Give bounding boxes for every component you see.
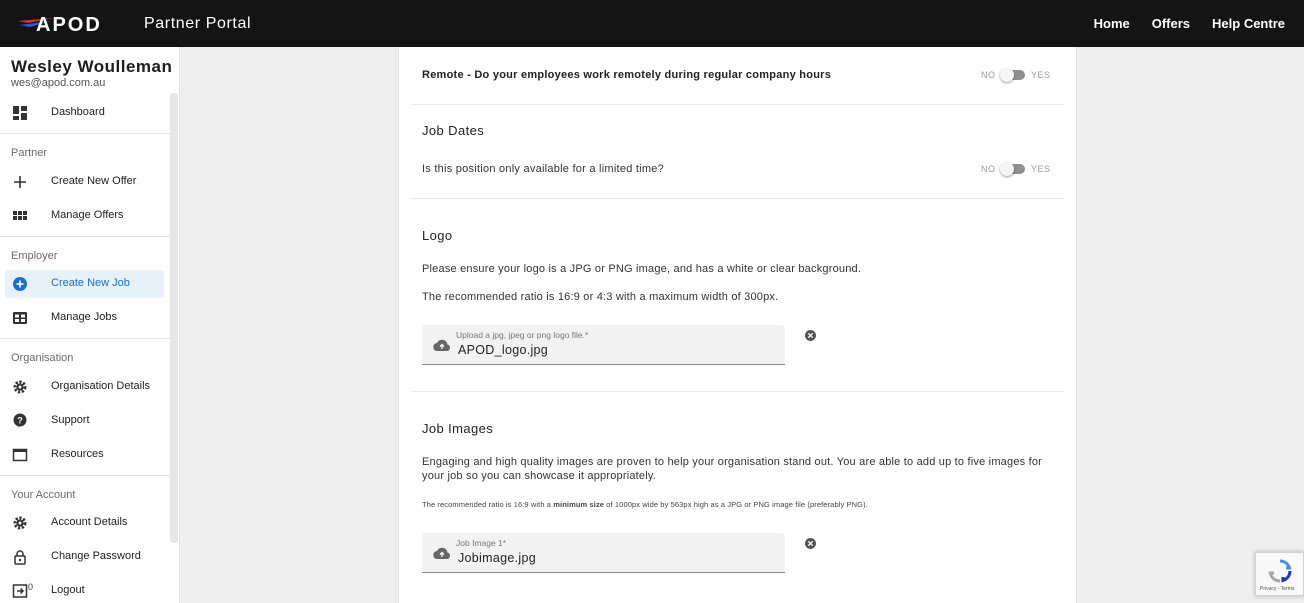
job-image-1-label: Job Image 1* xyxy=(456,538,507,548)
add-circle-icon xyxy=(13,277,27,291)
job-image-1-field[interactable]: Job Image 1* Jobimage.jpg xyxy=(422,533,785,573)
sidebar-item-manage-offers[interactable]: Manage Offers xyxy=(5,202,164,230)
sidebar-item-support[interactable]: ? Support xyxy=(5,407,164,435)
toggle-no-label: NO xyxy=(981,164,996,174)
sidebar-item-dashboard[interactable]: Dashboard xyxy=(5,99,164,127)
limited-time-toggle[interactable]: NO YES xyxy=(981,162,1051,176)
sidebar-item-label: Create New Offer xyxy=(51,175,137,187)
lock-icon xyxy=(14,550,26,565)
logo-upload-field[interactable]: Upload a jpg, jpeg or png logo file.* AP… xyxy=(422,325,785,365)
sidebar-item-label: Support xyxy=(51,414,90,426)
nav-help-centre[interactable]: Help Centre xyxy=(1212,16,1285,31)
sidebar-item-create-new-job[interactable]: Create New Job xyxy=(5,270,164,298)
sidebar-item-organisation-details[interactable]: Organisation Details xyxy=(5,373,164,401)
job-form-card: Remote - Do your employees work remotely… xyxy=(398,47,1077,603)
job-images-requirements: The recommended ratio is 16:9 with a min… xyxy=(422,500,868,509)
section-title-your-account: Your Account xyxy=(11,489,76,501)
plus-icon xyxy=(14,176,26,188)
sidebar-scrollbar[interactable] xyxy=(170,93,178,543)
divider xyxy=(0,338,170,339)
divider xyxy=(0,475,170,476)
remote-toggle[interactable]: NO YES xyxy=(981,68,1051,82)
grid-icon xyxy=(13,211,27,220)
cloud-upload-icon xyxy=(433,339,451,352)
job-image-1-value: Jobimage.jpg xyxy=(458,551,536,565)
sidebar-item-account-details[interactable]: Account Details xyxy=(5,509,164,537)
gear-icon xyxy=(13,516,27,530)
divider xyxy=(0,236,170,237)
job-images-description: Engaging and high quality images are pro… xyxy=(422,456,1043,482)
portal-title: Partner Portal xyxy=(144,15,252,32)
sidebar-item-label: Resources xyxy=(51,448,104,460)
apod-logo[interactable]: APOD xyxy=(18,12,122,36)
logo-ratio-text: The recommended ratio is 16:9 or 4:3 wit… xyxy=(422,291,779,303)
sidebar-item-label: Logout xyxy=(51,584,85,596)
toggle-knob[interactable] xyxy=(1000,68,1014,82)
toggle-yes-label: YES xyxy=(1031,70,1051,80)
logo-upload-value: APOD_logo.jpg xyxy=(458,343,549,357)
sidebar-item-change-password[interactable]: Change Password xyxy=(5,543,164,571)
nav-home[interactable]: Home xyxy=(1094,16,1130,31)
sidebar-item-label: Create New Job xyxy=(51,277,130,289)
top-nav: Home Offers Help Centre xyxy=(1072,16,1285,31)
section-divider xyxy=(411,198,1065,199)
top-bar: APOD Partner Portal Home Offers Help Cen… xyxy=(0,0,1304,47)
jobs-list-icon xyxy=(13,312,27,324)
version-label: 0 xyxy=(28,582,34,592)
sidebar-item-label: Change Password xyxy=(51,550,141,562)
section-divider xyxy=(411,391,1065,392)
svg-text:?: ? xyxy=(17,416,23,426)
remote-question: Remote - Do your employees work remotely… xyxy=(422,69,832,81)
recaptcha-links[interactable]: Privacy - Terms xyxy=(1260,586,1294,592)
logout-icon xyxy=(12,584,28,598)
logo-upload-label: Upload a jpg, jpeg or png logo file.* xyxy=(456,330,589,340)
sidebar-item-label: Manage Jobs xyxy=(51,311,118,323)
sidebar-item-label: Manage Offers xyxy=(51,209,124,221)
toggle-yes-label: YES xyxy=(1031,164,1051,174)
limited-time-question: Is this position only available for a li… xyxy=(422,163,665,175)
sidebar-item-resources[interactable]: Resources xyxy=(5,441,164,469)
toggle-knob[interactable] xyxy=(1000,162,1014,176)
job-dates-heading: Job Dates xyxy=(422,123,485,138)
sidebar: Wesley Woulleman wes@apod.com.au Dashboa… xyxy=(0,47,180,603)
clear-job-image-icon[interactable] xyxy=(805,538,816,549)
nav-offers[interactable]: Offers xyxy=(1152,16,1190,31)
recaptcha-badge[interactable]: Privacy - Terms xyxy=(1255,552,1304,596)
divider xyxy=(0,133,170,134)
dashboard-icon xyxy=(13,106,27,120)
user-name: Wesley Woulleman xyxy=(11,57,173,76)
section-title-partner: Partner xyxy=(11,147,48,159)
recaptcha-icon xyxy=(1268,559,1292,583)
cloud-upload-icon xyxy=(433,547,451,560)
section-divider xyxy=(411,104,1065,105)
gear-icon xyxy=(13,380,27,394)
window-icon xyxy=(12,448,28,462)
logo-text: APOD xyxy=(36,14,102,36)
logo-instructions: Please ensure your logo is a JPG or PNG … xyxy=(422,263,862,275)
sidebar-item-label: Account Details xyxy=(51,516,128,528)
section-title-organisation: Organisation xyxy=(11,352,74,364)
user-email: wes@apod.com.au xyxy=(11,77,106,89)
clear-logo-icon[interactable] xyxy=(805,330,816,341)
sidebar-item-manage-jobs[interactable]: Manage Jobs xyxy=(5,304,164,332)
toggle-no-label: NO xyxy=(981,70,996,80)
sidebar-item-label: Dashboard xyxy=(51,106,105,118)
help-icon: ? xyxy=(13,413,27,428)
sidebar-item-label: Organisation Details xyxy=(51,380,151,392)
section-title-employer: Employer xyxy=(11,250,58,262)
sidebar-item-create-new-offer[interactable]: Create New Offer xyxy=(5,168,164,196)
logo-heading: Logo xyxy=(422,228,453,243)
job-images-heading: Job Images xyxy=(422,421,494,436)
